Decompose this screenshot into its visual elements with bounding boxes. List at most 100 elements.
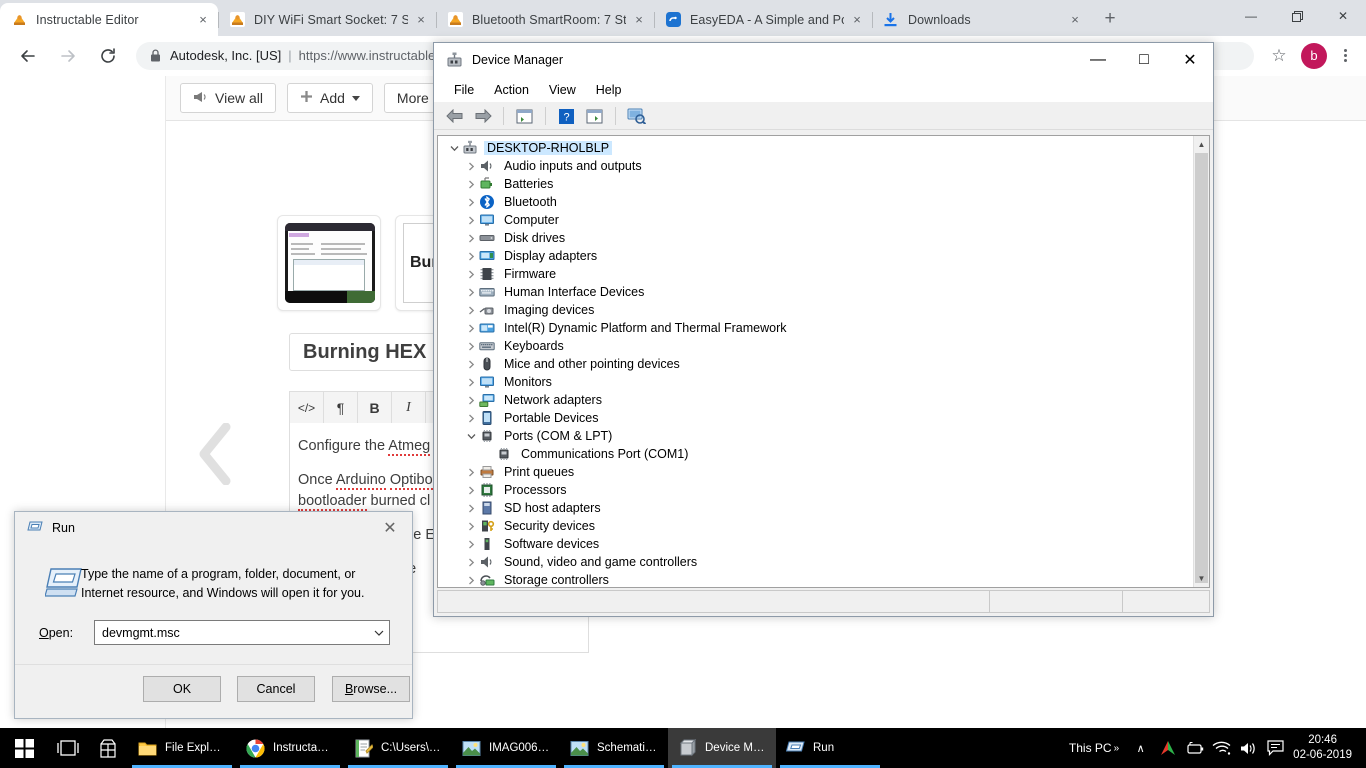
- run-close-button[interactable]: ✕: [368, 512, 412, 543]
- device-tree-item[interactable]: Processors: [438, 481, 1193, 499]
- volume-icon[interactable]: [1235, 728, 1262, 768]
- device-tree-item[interactable]: Communications Port (COM1): [438, 445, 1193, 463]
- chevron-right-icon[interactable]: [463, 252, 479, 261]
- close-icon[interactable]: ×: [1066, 11, 1084, 29]
- ok-button[interactable]: OK: [143, 676, 221, 702]
- device-tree-item[interactable]: Display adapters: [438, 247, 1193, 265]
- chevron-down-icon[interactable]: [463, 433, 479, 440]
- task-view-icon[interactable]: [48, 728, 88, 768]
- previous-step-arrow[interactable]: [196, 422, 238, 486]
- chevron-right-icon[interactable]: [463, 414, 479, 423]
- browser-tab[interactable]: DIY WiFi Smart Socket: 7 Steps ×: [218, 3, 436, 36]
- chevron-right-icon[interactable]: [463, 162, 479, 171]
- browser-maximize-button[interactable]: [1274, 0, 1320, 32]
- device-tree-item[interactable]: Intel(R) Dynamic Platform and Thermal Fr…: [438, 319, 1193, 337]
- device-tree-item[interactable]: Security devices: [438, 517, 1193, 535]
- chevron-right-icon[interactable]: [463, 468, 479, 477]
- chevron-right-icon[interactable]: [463, 270, 479, 279]
- chevron-right-icon[interactable]: [463, 396, 479, 405]
- chevron-right-icon[interactable]: [463, 522, 479, 531]
- device-tree-item[interactable]: Software devices: [438, 535, 1193, 553]
- microsoft-store-icon[interactable]: [88, 728, 128, 768]
- forward-button[interactable]: [53, 41, 83, 71]
- device-tree-item[interactable]: Keyboards: [438, 337, 1193, 355]
- scroll-up-arrow[interactable]: ▲: [1194, 136, 1209, 153]
- taskbar-item[interactable]: IMAG0061.jpg...: [452, 728, 560, 768]
- device-tree-item[interactable]: Mice and other pointing devices: [438, 355, 1193, 373]
- device-tree-item[interactable]: SD host adapters: [438, 499, 1193, 517]
- help-icon[interactable]: ?: [554, 105, 579, 128]
- dm-close-button[interactable]: ✕: [1167, 43, 1213, 77]
- update-driver-icon[interactable]: [582, 105, 607, 128]
- add-button[interactable]: Add: [287, 83, 373, 113]
- bookmark-star-icon[interactable]: ☆: [1265, 42, 1293, 70]
- wifi-icon[interactable]: [1208, 728, 1235, 768]
- new-tab-button[interactable]: +: [1096, 5, 1124, 33]
- dm-minimize-button[interactable]: —: [1075, 43, 1121, 77]
- taskbar-item[interactable]: Device Manag...: [668, 728, 776, 768]
- device-tree[interactable]: DESKTOP-RHOLBLP Audio inputs and outputs B…: [438, 136, 1193, 587]
- close-icon[interactable]: ×: [848, 11, 866, 29]
- chevron-right-icon[interactable]: [463, 558, 479, 567]
- chevron-right-icon[interactable]: [463, 324, 479, 333]
- chevron-right-icon[interactable]: [463, 234, 479, 243]
- browser-tab[interactable]: Bluetooth SmartRoom: 7 Steps ×: [436, 3, 654, 36]
- step-thumbnail-card[interactable]: [277, 215, 381, 311]
- device-manager-titlebar[interactable]: Device Manager — □ ✕: [434, 43, 1213, 77]
- chevron-right-icon[interactable]: [463, 198, 479, 207]
- menu-help[interactable]: Help: [586, 81, 632, 99]
- chevron-down-icon[interactable]: [368, 621, 389, 644]
- browser-tab[interactable]: EasyEDA - A Simple and Power ×: [654, 3, 872, 36]
- taskbar-clock[interactable]: 20:46 02-06-2019: [1289, 733, 1360, 763]
- scan-hardware-icon[interactable]: [624, 105, 649, 128]
- device-tree-item[interactable]: Firmware: [438, 265, 1193, 283]
- italic-button[interactable]: I: [392, 392, 426, 423]
- device-tree-item[interactable]: Monitors: [438, 373, 1193, 391]
- device-tree-item[interactable]: Ports (COM & LPT): [438, 427, 1193, 445]
- reload-button[interactable]: [93, 41, 123, 71]
- browser-tab[interactable]: Downloads ×: [872, 3, 1090, 36]
- close-icon[interactable]: ×: [630, 11, 648, 29]
- device-tree-item[interactable]: DESKTOP-RHOLBLP: [438, 139, 1193, 157]
- browser-tab[interactable]: Instructable Editor ×: [0, 3, 218, 36]
- device-tree-item[interactable]: Bluetooth: [438, 193, 1193, 211]
- device-tree-item[interactable]: Storage controllers: [438, 571, 1193, 587]
- device-tree-scrollbar[interactable]: ▲ ▼: [1193, 136, 1209, 587]
- chevron-right-icon[interactable]: [463, 216, 479, 225]
- device-tree-item[interactable]: Portable Devices: [438, 409, 1193, 427]
- device-tree-item[interactable]: Disk drives: [438, 229, 1193, 247]
- chevron-right-icon[interactable]: [463, 540, 479, 549]
- chevron-right-icon[interactable]: [463, 504, 479, 513]
- device-tree-item[interactable]: Computer: [438, 211, 1193, 229]
- profile-avatar[interactable]: b: [1301, 42, 1327, 69]
- chevron-right-icon[interactable]: [463, 342, 479, 351]
- cancel-button[interactable]: Cancel: [237, 676, 315, 702]
- device-tree-item[interactable]: Network adapters: [438, 391, 1193, 409]
- device-tree-item[interactable]: Human Interface Devices: [438, 283, 1193, 301]
- back-arrow-icon[interactable]: [442, 105, 467, 128]
- chevron-right-icon[interactable]: [463, 486, 479, 495]
- device-tree-item[interactable]: Imaging devices: [438, 301, 1193, 319]
- battery-icon[interactable]: [1181, 728, 1208, 768]
- chevron-down-icon[interactable]: [446, 145, 462, 152]
- browser-minimize-button[interactable]: —: [1228, 0, 1274, 32]
- taskbar-item[interactable]: Schematic_Wi...: [560, 728, 668, 768]
- dm-maximize-button[interactable]: □: [1121, 43, 1167, 77]
- paragraph-style-button[interactable]: ¶: [324, 392, 358, 423]
- chevron-right-icon[interactable]: [463, 360, 479, 369]
- forward-arrow-icon[interactable]: [470, 105, 495, 128]
- chevron-right-icon[interactable]: [463, 180, 479, 189]
- close-icon[interactable]: ×: [412, 11, 430, 29]
- menu-action[interactable]: Action: [484, 81, 539, 99]
- chevron-right-icon[interactable]: [463, 288, 479, 297]
- view-all-button[interactable]: View all: [180, 83, 276, 113]
- windows-start-icon[interactable]: [0, 728, 48, 768]
- bold-button[interactable]: B: [358, 392, 392, 423]
- tray-overflow-icon[interactable]: »: [1114, 743, 1120, 754]
- chrome-menu-button[interactable]: [1332, 49, 1358, 62]
- code-view-button[interactable]: </>: [290, 392, 324, 423]
- device-tree-item[interactable]: Sound, video and game controllers: [438, 553, 1193, 571]
- scrollbar-thumb[interactable]: [1195, 153, 1208, 583]
- taskbar-item[interactable]: Run: [776, 728, 884, 768]
- this-pc-label[interactable]: This PC: [1069, 741, 1112, 755]
